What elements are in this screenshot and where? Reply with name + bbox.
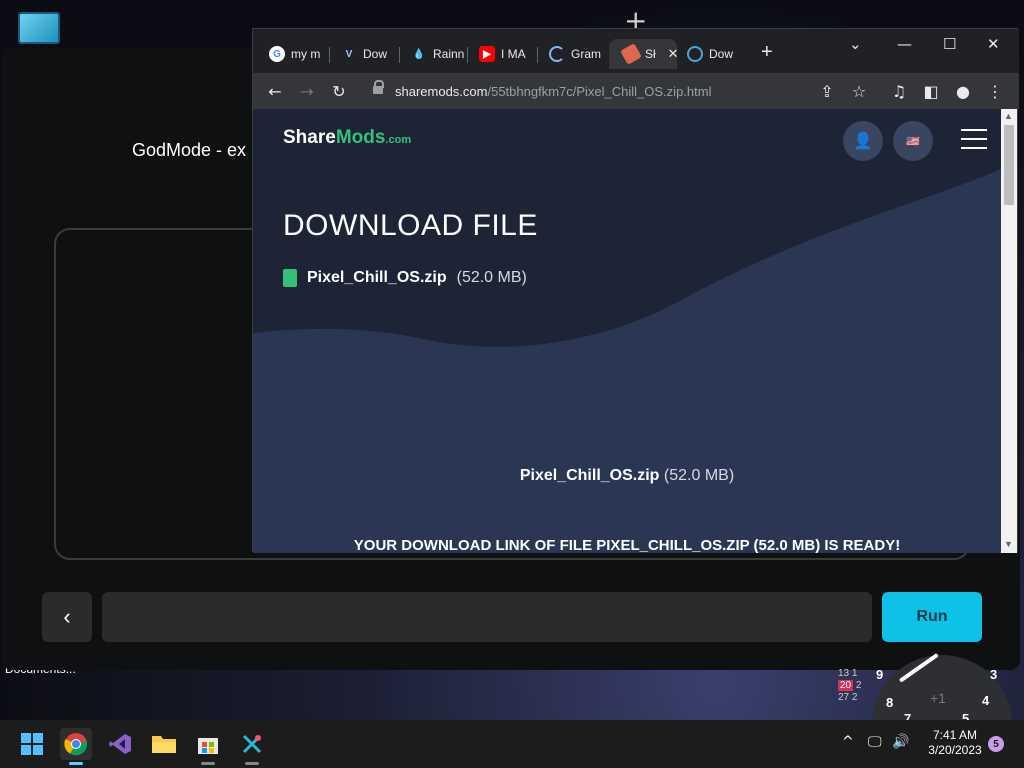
- sharemods-icon: [620, 43, 642, 65]
- media-control-icon[interactable]: ♫: [887, 79, 911, 103]
- x-app-icon: [242, 734, 262, 754]
- loading-icon: [549, 46, 565, 62]
- reload-icon[interactable]: ↻: [327, 79, 351, 103]
- folder-icon: [152, 736, 176, 753]
- download-ready-text: YOUR DOWNLOAD LINK OF FILE PIXEL_CHILL_O…: [353, 537, 901, 553]
- taskbar: ^ 🖵 🔊 7:41 AM 3/20/2023 5: [0, 720, 1024, 768]
- file-name: Pixel_Chill_OS.zip: [307, 269, 447, 286]
- hamburger-menu-icon[interactable]: [961, 129, 987, 149]
- language-flag-icon[interactable]: 🇺🇸: [893, 121, 933, 161]
- browser-window: G my m V Dow 💧 Rainn ▶ I MA Gram Sł ✕ Do…: [252, 28, 1019, 553]
- maximize-button[interactable]: ☐: [943, 35, 956, 53]
- profile-icon[interactable]: ●: [951, 79, 975, 103]
- sharemods-logo[interactable]: ShareMods.com: [283, 127, 411, 149]
- google-icon: G: [269, 46, 285, 62]
- show-hidden-icons[interactable]: ^: [842, 734, 854, 750]
- scroll-thumb[interactable]: [1004, 125, 1014, 205]
- browser-toolbar: ← → ↻ sharemods.com/55tbhngfkm7c/Pixel_C…: [253, 73, 1019, 109]
- chrome-icon: [64, 733, 88, 756]
- drop-icon: 💧: [412, 48, 426, 60]
- tab-rainmeter[interactable]: 💧 Rainn: [397, 39, 467, 69]
- vimeo-icon: V: [345, 48, 353, 60]
- tab-strip: G my m V Dow 💧 Rainn ▶ I MA Gram Sł ✕ Do…: [253, 29, 1019, 73]
- notification-badge[interactable]: 5: [988, 736, 1004, 752]
- page-title: DOWNLOAD FILE: [283, 209, 538, 242]
- web-page: ShareMods.com 👤 🇺🇸 DOWNLOAD FILE Pixel_C…: [253, 109, 1001, 553]
- url-path: /55tbhngfkm7c/Pixel_Chill_OS.zip.html: [487, 84, 712, 99]
- windows-icon: [21, 733, 43, 755]
- file-size: (52.0 MB): [456, 269, 527, 286]
- tab-youtube[interactable]: ▶ I MA: [465, 39, 535, 69]
- address-bar[interactable]: sharemods.com/55tbhngfkm7c/Pixel_Chill_O…: [363, 76, 843, 106]
- taskbar-file-explorer[interactable]: [148, 728, 180, 760]
- share-icon[interactable]: ⇪: [815, 79, 839, 103]
- store-icon: [198, 738, 218, 754]
- scroll-down-icon[interactable]: ▼: [1004, 539, 1013, 549]
- taskbar-clock[interactable]: 7:41 AM 3/20/2023: [920, 728, 990, 758]
- file-icon: [283, 269, 297, 287]
- back-button[interactable]: ‹: [42, 592, 92, 642]
- file-info-center: Pixel_Chill_OS.zip (52.0 MB): [519, 467, 735, 484]
- volume-icon[interactable]: 🔊: [892, 734, 909, 750]
- back-arrow-icon[interactable]: ←: [263, 79, 287, 103]
- prompt-input[interactable]: [102, 592, 872, 642]
- calendar-widget: 13 1 20 2 27 2: [838, 668, 862, 703]
- desktop-app-icon[interactable]: [18, 12, 60, 44]
- visual-studio-icon: [109, 734, 131, 754]
- tab-search-icon[interactable]: ⌄: [849, 35, 862, 53]
- tab-download-1[interactable]: V Dow: [327, 39, 397, 69]
- kebab-menu-icon[interactable]: ⋮: [983, 79, 1007, 103]
- godmode-title: GodMode - ex: [132, 140, 247, 160]
- bookmark-star-icon[interactable]: ☆: [847, 79, 871, 103]
- network-icon[interactable]: 🖵: [868, 734, 882, 750]
- run-button[interactable]: Run: [882, 592, 982, 642]
- user-account-icon[interactable]: 👤: [843, 121, 883, 161]
- forward-arrow-icon[interactable]: →: [295, 79, 319, 103]
- page-scrollbar[interactable]: ▲ ▼: [1001, 109, 1017, 553]
- minimize-button[interactable]: —: [897, 35, 912, 53]
- tab-gram[interactable]: Gram: [535, 39, 607, 69]
- calendar-today: 20: [838, 680, 854, 691]
- tab-sharemods[interactable]: Sł ✕: [609, 39, 677, 69]
- chevron-left-icon: ‹: [63, 604, 71, 629]
- youtube-icon: ▶: [479, 46, 495, 62]
- edge-icon: [687, 46, 703, 62]
- url-domain: sharemods.com: [395, 84, 488, 99]
- scroll-up-icon[interactable]: ▲: [1004, 111, 1013, 121]
- taskbar-app-x[interactable]: [236, 728, 268, 765]
- taskbar-chrome[interactable]: [60, 728, 92, 765]
- taskbar-microsoft-store[interactable]: [192, 728, 224, 765]
- file-info: Pixel_Chill_OS.zip (52.0 MB): [283, 269, 527, 287]
- start-button[interactable]: [16, 728, 48, 760]
- side-panel-icon[interactable]: ◧: [919, 79, 943, 103]
- lock-icon: [373, 80, 384, 96]
- taskbar-visual-studio[interactable]: [104, 728, 136, 760]
- tab-google[interactable]: G my m: [255, 39, 327, 69]
- new-tab-button[interactable]: +: [761, 41, 773, 64]
- close-window-button[interactable]: ✕: [987, 35, 1000, 53]
- tab-download-2[interactable]: Dow: [673, 39, 745, 69]
- site-header: ShareMods.com 👤 🇺🇸: [253, 109, 1001, 169]
